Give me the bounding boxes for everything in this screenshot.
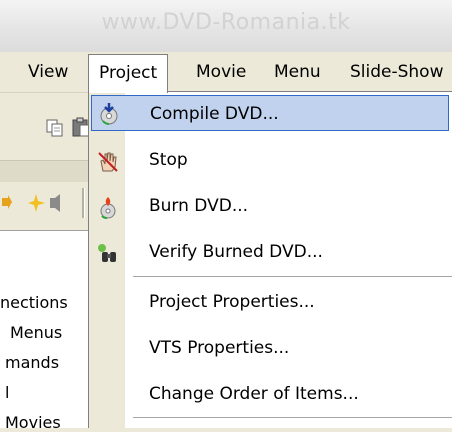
menu-item-label: Verify Burned DVD... xyxy=(149,242,323,262)
menu-bar: View Project Movie Menu Slide-Show xyxy=(0,52,452,93)
menu-item-label: Project Properties... xyxy=(149,292,315,312)
menu-item-compile-dvd[interactable]: Compile DVD... xyxy=(91,95,449,131)
menu-item-stop[interactable]: Stop xyxy=(89,142,452,178)
menu-view[interactable]: View xyxy=(18,54,78,90)
menu-item-label: Compile DVD... xyxy=(150,104,279,124)
project-dropdown-menu: Compile DVD... Stop Burn DVD... Verify B… xyxy=(88,91,452,428)
menu-movie[interactable]: Movie xyxy=(186,54,256,90)
project-tree-panel: nections Menus mands l Movies xyxy=(0,230,92,432)
window-title: www.DVD-Romania.tk xyxy=(101,10,351,35)
compile-dvd-icon xyxy=(98,103,118,125)
menu-slide-show[interactable]: Slide-Show xyxy=(340,54,452,90)
tree-item-commands[interactable]: mands xyxy=(5,353,59,372)
tree-item-connections[interactable]: nections xyxy=(0,293,68,312)
menu-item-verify-burned-dvd[interactable]: Verify Burned DVD... xyxy=(89,234,452,270)
menu-item-project-properties[interactable]: Project Properties... xyxy=(89,284,452,320)
menu-item-label: Burn DVD... xyxy=(149,196,249,216)
tree-item-partial[interactable]: l xyxy=(5,383,9,402)
menu-separator xyxy=(133,417,452,418)
menu-item-vts-properties[interactable]: VTS Properties... xyxy=(89,330,452,366)
paste-icon[interactable] xyxy=(72,117,90,137)
verify-binoculars-icon xyxy=(97,243,117,263)
burn-disc-icon xyxy=(97,197,117,219)
menu-item-label: Stop xyxy=(149,150,188,170)
menu-item-burn-dvd[interactable]: Burn DVD... xyxy=(89,188,452,224)
tree-item-movies[interactable]: Movies xyxy=(5,413,61,432)
toolbar-separator xyxy=(0,160,95,184)
sparkle-audio-icon[interactable] xyxy=(28,192,68,212)
stop-hand-icon xyxy=(97,151,118,172)
menu-item-label: VTS Properties... xyxy=(149,338,290,358)
menu-item-change-order[interactable]: Change Order of Items... xyxy=(89,376,452,412)
menu-menu[interactable]: Menu xyxy=(264,54,331,90)
title-bar: www.DVD-Romania.tk xyxy=(0,0,452,52)
secondary-toolbar xyxy=(0,182,95,226)
menu-separator xyxy=(133,276,452,277)
arrow-icon[interactable] xyxy=(2,194,12,210)
toolbar xyxy=(0,93,95,155)
toolbar-divider xyxy=(82,188,85,218)
tree-item-menus[interactable]: Menus xyxy=(10,323,62,342)
copy-icon[interactable] xyxy=(46,119,63,137)
menu-project[interactable]: Project xyxy=(88,54,169,93)
menu-item-label: Change Order of Items... xyxy=(149,384,359,404)
